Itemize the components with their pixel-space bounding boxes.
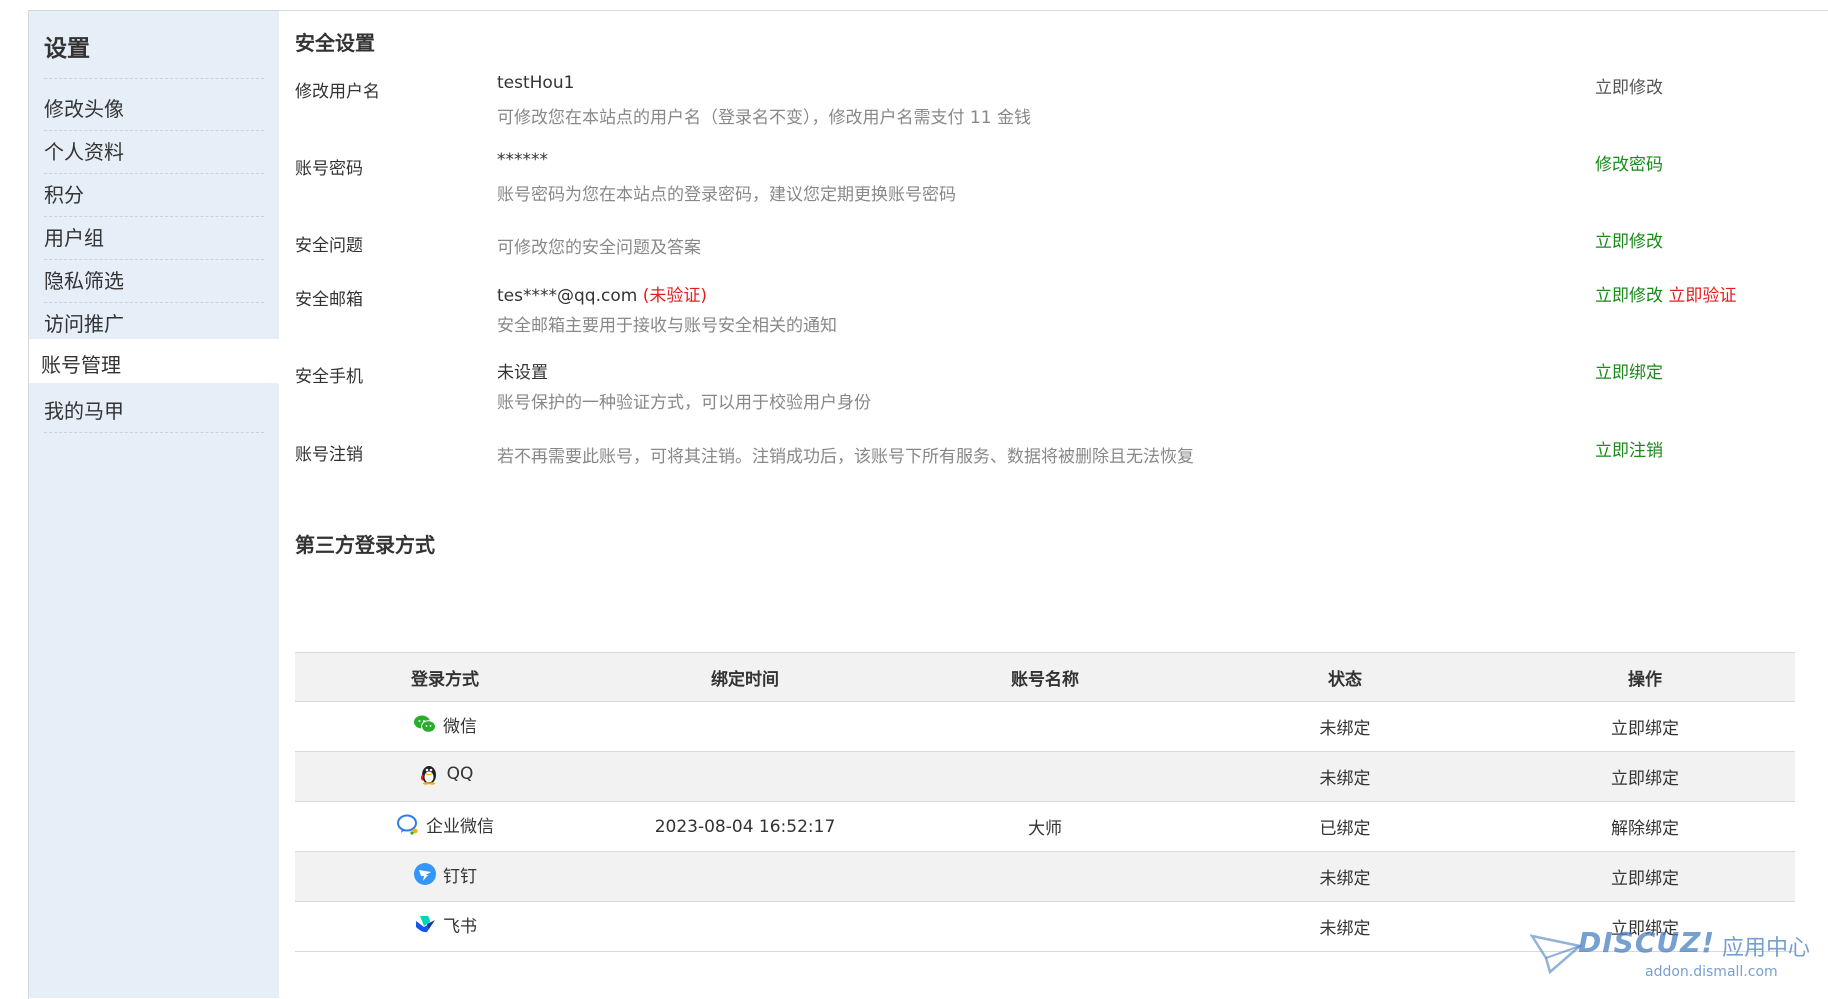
bind-wechat-link[interactable]: 立即绑定 (1495, 701, 1795, 752)
bind-phone-link[interactable]: 立即绑定 (1595, 358, 1663, 383)
divider (44, 432, 264, 433)
wework-icon (397, 814, 418, 835)
row-description: 账号密码为您在本站点的登录密码，建议您定期更换账号密码 (497, 185, 956, 205)
cancel-account-link[interactable]: 立即注销 (1595, 436, 1663, 461)
account-name (895, 751, 1195, 802)
table-row: QQ 未绑定 立即绑定 (295, 751, 1795, 802)
watermark: DISCUZ! 应用中心 addon.dismall.com (1530, 922, 1820, 992)
unbind-wework-link[interactable]: 解除绑定 (1495, 801, 1795, 852)
verify-email-link[interactable]: 立即验证 (1668, 286, 1736, 306)
change-email-link[interactable]: 立即修改 (1595, 286, 1663, 306)
bind-time (595, 701, 895, 752)
email-value: tes****@qq.com (497, 286, 638, 306)
method-cell: 钉钉 (295, 851, 595, 902)
row-label: 修改用户名 (295, 82, 380, 102)
sidebar-title: 设置 (44, 36, 90, 62)
bind-time: 2023-08-04 16:52:17 (595, 801, 895, 852)
row-description: 若不再需要此账号，可将其注销。注销成功后，该账号下所有服务、数据将被删除且无法恢… (497, 447, 1194, 467)
sidebar-item-account[interactable]: 账号管理 (29, 339, 279, 383)
phone-value: 未设置 (497, 363, 548, 383)
column-header: 绑定时间 (595, 652, 895, 702)
account-name (895, 851, 1195, 902)
email-value-wrap: tes****@qq.com (未验证) (497, 281, 707, 306)
qq-icon (420, 766, 436, 785)
table-row: 钉钉 未绑定 立即绑定 (295, 851, 1795, 902)
row-label: 安全手机 (295, 367, 363, 387)
row-description: 账号保护的一种验证方式，可以用于校验用户身份 (497, 393, 871, 413)
sidebar-item-label: 修改头像 (44, 97, 124, 121)
bind-time (595, 901, 895, 952)
method-cell: 飞书 (295, 901, 595, 952)
sidebar-item-label: 个人资料 (44, 140, 124, 164)
bind-dingtalk-link[interactable]: 立即绑定 (1495, 851, 1795, 902)
sidebar-item-label: 账号管理 (41, 353, 121, 377)
method-name: 钉钉 (443, 866, 477, 887)
watermark-brand: DISCUZ! (1578, 926, 1716, 959)
email-actions: 立即修改 立即验证 (1595, 281, 1736, 306)
row-label: 安全问题 (295, 236, 363, 256)
change-question-link[interactable]: 立即修改 (1595, 227, 1663, 252)
table-row: 企业微信 2023-08-04 16:52:17 大师 已绑定 解除绑定 (295, 801, 1795, 852)
change-username-link[interactable]: 立即修改 (1595, 73, 1663, 98)
change-password-link[interactable]: 修改密码 (1595, 150, 1663, 175)
status-text: 未绑定 (1195, 751, 1495, 802)
watermark-url: addon.dismall.com (1645, 964, 1778, 980)
row-description: 安全邮箱主要用于接收与账号安全相关的通知 (497, 316, 837, 336)
sidebar-item-vest[interactable]: 我的马甲 (29, 383, 279, 433)
section-title: 安全设置 (295, 31, 375, 55)
bind-qq-link[interactable]: 立即绑定 (1495, 751, 1795, 802)
feishu-icon (416, 916, 435, 933)
table-row: 微信 未绑定 立即绑定 (295, 701, 1795, 752)
status-text: 已绑定 (1195, 801, 1495, 852)
method-name: 微信 (443, 716, 477, 737)
method-name: 飞书 (443, 916, 477, 937)
sidebar-item-label: 访问推广 (44, 312, 124, 336)
method-cell: QQ (295, 751, 595, 802)
row-label: 安全邮箱 (295, 290, 363, 310)
method-name: 企业微信 (426, 816, 494, 837)
column-header: 账号名称 (895, 652, 1195, 702)
method-cell: 微信 (295, 701, 595, 752)
column-header: 操作 (1495, 652, 1795, 702)
dingtalk-icon (414, 863, 436, 886)
account-name (895, 901, 1195, 952)
third-party-table: 登录方式 绑定时间 账号名称 状态 操作 微信 未绑定 立即绑定 QQ 未绑定 … (295, 652, 1795, 952)
column-header: 状态 (1195, 652, 1495, 702)
bind-time (595, 851, 895, 902)
method-cell: 企业微信 (295, 801, 595, 852)
section-title: 第三方登录方式 (295, 533, 435, 557)
divider (44, 78, 264, 79)
row-label: 账号密码 (295, 159, 363, 179)
column-header: 登录方式 (295, 652, 595, 702)
sidebar-item-label: 积分 (44, 183, 84, 207)
sidebar: 设置 修改头像 个人资料 积分 用户组 隐私筛选 访问推广 账号管理 我的马甲 (29, 11, 279, 998)
sidebar-item-label: 隐私筛选 (44, 269, 124, 293)
status-text: 未绑定 (1195, 701, 1495, 752)
sidebar-item-label: 用户组 (44, 226, 104, 250)
table-header-row: 登录方式 绑定时间 账号名称 状态 操作 (295, 652, 1795, 702)
row-description: 可修改您在本站点的用户名（登录名不变），修改用户名需支付 11 金钱 (497, 108, 1031, 128)
sidebar-item-label: 我的马甲 (44, 399, 124, 423)
row-label: 账号注销 (295, 445, 363, 465)
wechat-icon (414, 715, 436, 734)
paper-plane-icon (1530, 934, 1582, 975)
email-status: (未验证) (642, 286, 707, 306)
row-description: 可修改您的安全问题及答案 (497, 238, 701, 258)
status-text: 未绑定 (1195, 901, 1495, 952)
method-name: QQ (446, 764, 474, 784)
bind-time (595, 751, 895, 802)
account-name: 大师 (895, 801, 1195, 852)
status-text: 未绑定 (1195, 851, 1495, 902)
account-name (895, 701, 1195, 752)
watermark-text: 应用中心 (1722, 936, 1811, 961)
username-value: testHou1 (497, 73, 575, 93)
password-value: ****** (497, 150, 548, 170)
